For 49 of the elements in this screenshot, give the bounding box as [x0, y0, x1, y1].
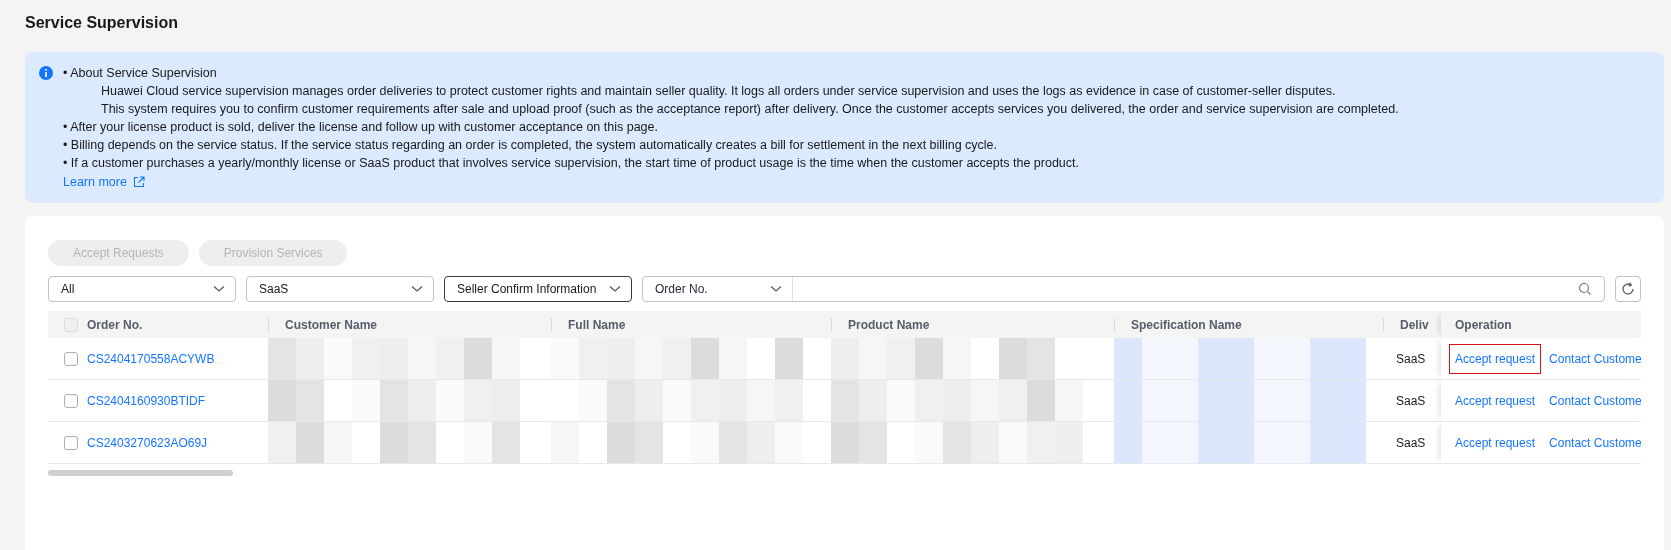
chevron-down-icon: [609, 285, 621, 293]
chevron-down-icon: [213, 285, 225, 293]
notice-text: Huawei Cloud service supervision manages order deliveries to protect customer rights and maintain seller quality. It logs all orders under service supervision and uses the logs as evidence in case of customer-seller disputes.: [100, 83, 1337, 100]
operation-link[interactable]: Contact Custome: [1543, 343, 1641, 374]
notice-bullet: • After your license product is sold, deliver the license and follow up with customer acceptance on this page.: [63, 119, 659, 136]
notice-bullet: • Billing depends on the service status. If the service status regarding an order is completed, the system automatically creates a bill for settlement in the next billing cycle.: [63, 137, 998, 154]
refresh-button[interactable]: [1615, 276, 1641, 302]
operation-link[interactable]: Contact Custome: [1543, 427, 1641, 458]
column-header: Product Name: [847, 317, 930, 332]
search-field[interactable]: Order No.: [642, 276, 1605, 302]
row-checkbox[interactable]: [64, 435, 78, 450]
notice-bullet: • If a customer purchases a yearly/monthly license or SaaS product that involves service supervision, the start time of product usage is the time when the customer accepts the product.: [63, 155, 1080, 172]
order-link[interactable]: CS2403270623AO69J: [87, 435, 208, 450]
row-checkbox[interactable]: [64, 351, 78, 366]
column-header: Order No.: [87, 317, 143, 332]
select-value: SaaS: [259, 282, 289, 296]
operation-link[interactable]: Accept request: [1449, 427, 1542, 458]
info-icon: [39, 66, 53, 80]
table-cell: SaaS: [1396, 393, 1426, 408]
select-value: All: [61, 282, 75, 296]
notice-text: This system requires you to confirm customer requirements after sale and upload proof (such as the acceptance report) after delivery. Once the customer accepts services you delivered, the order and service supervision are completed.: [100, 101, 1399, 118]
chevron-down-icon: [411, 285, 423, 293]
filter-select[interactable]: Seller Confirm Information: [444, 276, 632, 302]
learn-more-link[interactable]: Learn more: [63, 173, 145, 191]
table-cell: SaaS: [1396, 435, 1426, 450]
column-header: Customer Name: [284, 317, 378, 332]
search-key-value: Order No.: [655, 282, 708, 296]
order-link[interactable]: CS2404160930BTIDF: [87, 393, 206, 408]
page-title: Service Supervision: [25, 14, 179, 32]
column-header: Operation: [1455, 317, 1512, 332]
column-header: Deliv: [1399, 317, 1429, 332]
chevron-down-icon: [770, 285, 782, 293]
operation-link[interactable]: Accept request: [1449, 385, 1542, 416]
search-icon: [1578, 282, 1592, 296]
table-cell: SaaS: [1396, 351, 1426, 366]
select-all-checkbox[interactable]: [64, 317, 78, 332]
operation-link[interactable]: Contact Custome: [1543, 385, 1641, 416]
notice-heading: • About Service Supervision: [63, 65, 218, 82]
filter-select[interactable]: All: [48, 276, 236, 302]
select-value: Seller Confirm Information: [457, 282, 597, 296]
row-checkbox[interactable]: [64, 393, 78, 408]
scrollbar[interactable]: [48, 470, 233, 476]
filter-select[interactable]: SaaS: [246, 276, 434, 302]
operation-link[interactable]: Accept request: [1449, 343, 1542, 374]
column-header: Full Name: [567, 317, 626, 332]
refresh-icon: [1621, 282, 1635, 296]
order-link[interactable]: CS2404170558ACYWB: [87, 351, 215, 366]
column-header: Specification Name: [1130, 317, 1242, 332]
external-link-icon: [132, 176, 145, 188]
